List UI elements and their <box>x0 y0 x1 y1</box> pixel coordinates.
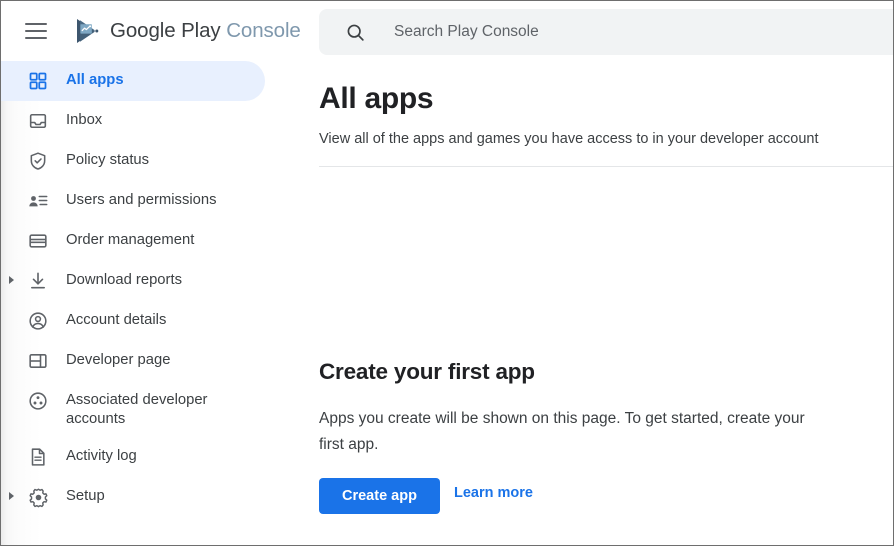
brand-text: Google Play Console <box>110 19 301 43</box>
grid-apps-icon <box>27 70 49 92</box>
hamburger-line <box>25 37 47 39</box>
sidebar-item-label: Developer page <box>66 352 171 368</box>
hamburger-line <box>25 30 47 32</box>
developer-page-icon <box>27 350 49 372</box>
sidebar-item-setup[interactable]: Setup <box>1 477 265 517</box>
shield-check-icon <box>27 150 49 172</box>
search-placeholder-text: Search Play Console <box>394 23 539 40</box>
person-list-icon <box>27 190 49 212</box>
download-icon <box>27 270 49 292</box>
search-input[interactable]: Search Play Console <box>319 9 893 55</box>
sidebar-item-label: Download reports <box>66 272 182 288</box>
sidebar-item-account-details[interactable]: Account details <box>1 301 265 341</box>
chevron-right-icon[interactable] <box>9 492 14 500</box>
app-header: Google Play Console Search Play Console <box>1 1 893 61</box>
empty-state-body: Apps you create will be shown on this pa… <box>319 410 805 453</box>
sidebar-item-associated-developer-accounts[interactable]: Associated developer accounts <box>1 381 265 437</box>
main-content: All apps View all of the apps and games … <box>297 61 893 545</box>
sidebar-item-download-reports[interactable]: Download reports <box>1 261 265 301</box>
brand-secondary-text: Console <box>226 19 301 42</box>
search-icon <box>347 24 364 41</box>
sidebar-item-label: Inbox <box>66 112 103 128</box>
sidebar-nav: All apps Inbox Policy status Users and p… <box>1 61 297 545</box>
account-circle-icon <box>27 310 49 332</box>
chevron-right-icon[interactable] <box>9 276 14 284</box>
sidebar-item-label: Users and permissions <box>66 192 217 208</box>
sidebar-item-label: All apps <box>66 72 124 88</box>
sidebar-item-order-management[interactable]: Order management <box>1 221 265 261</box>
empty-state-title: Create your first app <box>319 359 535 384</box>
document-lines-icon <box>27 446 49 468</box>
sidebar-item-label: Account details <box>66 312 167 328</box>
brand-primary-text: Google Play <box>110 19 221 42</box>
sidebar-item-label: Setup <box>66 488 105 504</box>
sidebar-item-users-and-permissions[interactable]: Users and permissions <box>1 181 265 221</box>
sidebar-item-label: Associated developer accounts <box>66 392 208 427</box>
section-divider <box>319 166 893 167</box>
gear-icon <box>27 486 49 508</box>
page-subtitle: View all of the apps and games you have … <box>319 131 819 147</box>
page-title: All apps <box>319 82 434 115</box>
sidebar-item-all-apps[interactable]: All apps <box>1 61 265 101</box>
sidebar-item-label: Order management <box>66 232 195 248</box>
sidebar-item-label: Policy status <box>66 152 150 168</box>
google-play-console-logo-icon <box>77 19 99 43</box>
brand-logo[interactable]: Google Play Console <box>73 17 301 45</box>
create-app-button[interactable]: Create app <box>319 478 440 514</box>
associated-accounts-icon <box>27 390 49 412</box>
sidebar-item-inbox[interactable]: Inbox <box>1 101 265 141</box>
hamburger-menu-icon[interactable] <box>25 18 51 44</box>
learn-more-link[interactable]: Learn more <box>454 485 533 501</box>
sidebar-item-developer-page[interactable]: Developer page <box>1 341 265 381</box>
inbox-icon <box>27 110 49 132</box>
credit-card-icon <box>27 230 49 252</box>
play-console-window: Google Play Console Search Play Console <box>0 0 894 546</box>
sidebar-item-activity-log[interactable]: Activity log <box>1 437 265 477</box>
sidebar-item-label: Activity log <box>66 448 137 464</box>
hamburger-line <box>25 23 47 25</box>
sidebar-item-policy-status[interactable]: Policy status <box>1 141 265 181</box>
